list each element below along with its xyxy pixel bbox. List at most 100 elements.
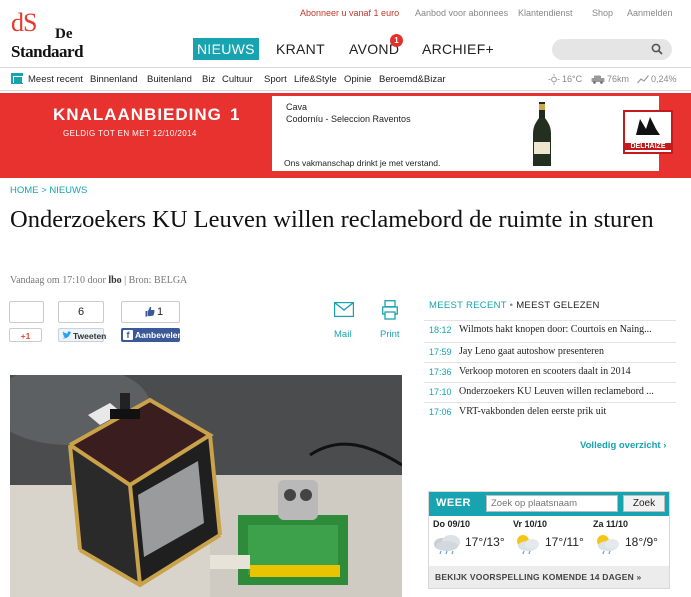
article-source: | Bron: BELGA	[121, 275, 188, 286]
gplus-button[interactable]: +1	[9, 328, 42, 342]
subscriber-offer-link[interactable]: Aanbod voor abonnees	[415, 8, 508, 18]
item-time: 17:59	[429, 347, 452, 357]
sun-icon	[548, 74, 560, 85]
ad-validity: GELDIG TOT EN MET 12/10/2014	[63, 129, 197, 138]
ad-slogan: Ons vakmanschap drinkt je met verstand.	[284, 158, 441, 168]
cubesat-photo	[10, 375, 402, 597]
sun-rain-icon	[517, 535, 539, 555]
breadcrumb[interactable]: HOME > NIEUWS	[10, 185, 87, 196]
logo-wordmark: Standaard	[11, 42, 84, 61]
site-logo[interactable]: dS De Standaard	[8, 8, 100, 61]
search-icon[interactable]	[651, 43, 663, 55]
item-headline[interactable]: Verkoop motoren en scooters daalt in 201…	[459, 366, 631, 377]
tab-meest-recent[interactable]: MEEST RECENT	[429, 300, 507, 311]
list-item[interactable]: 17:06 VRT-vakbonden delen eerste prik ui…	[424, 402, 676, 421]
like-count: 1	[157, 306, 164, 318]
item-time: 18:12	[429, 325, 452, 335]
article-date: Vandaag om 17:10 door	[10, 275, 109, 286]
list-item[interactable]: 17:10 Onderzoekers KU Leuven willen recl…	[424, 382, 676, 401]
section-meest-recent[interactable]: Meest recent	[28, 74, 83, 85]
nav-archief[interactable]: ARCHIEF+	[422, 38, 494, 60]
item-headline[interactable]: Wilmots hakt knopen door: Courtois en Na…	[459, 324, 652, 335]
section-sport[interactable]: Sport	[264, 74, 287, 85]
like-label: Aanbevelen	[135, 330, 183, 340]
section-nav: Meest recent Binnenland Buitenland Biz C…	[0, 67, 691, 91]
list-item[interactable]: 18:12 Wilmots hakt knopen door: Courtois…	[424, 320, 676, 339]
section-opinie[interactable]: Opinie	[344, 74, 371, 85]
section-beroemd-bizar[interactable]: Beroemd&Bizar	[379, 74, 446, 85]
tweet-count: 6	[58, 301, 104, 323]
list-item[interactable]: 17:36 Verkoop motoren en scooters daalt …	[424, 362, 676, 381]
nav-krant[interactable]: KRANT	[276, 38, 325, 60]
subscribe-link[interactable]: Abonneer u vanaf 1 euro	[300, 8, 399, 18]
tweet-label: Tweeten	[73, 331, 107, 341]
delhaize-logo: DELHAIZE	[623, 110, 673, 154]
customer-service-link[interactable]: Klantendienst	[518, 8, 573, 18]
section-biz[interactable]: Biz	[202, 74, 215, 85]
mail-link[interactable]: Mail	[334, 329, 351, 340]
full-overview-link[interactable]: Volledig overzicht ›	[580, 440, 666, 451]
article-meta: Vandaag om 17:10 door lbo | Bron: BELGA	[10, 275, 187, 286]
login-link[interactable]: Aanmelden	[627, 8, 673, 18]
avond-count-badge: 1	[390, 34, 403, 47]
forecast-day[interactable]: Za 11/10 18°/9°	[589, 519, 669, 563]
item-headline[interactable]: Onderzoekers KU Leuven willen reclamebor…	[459, 386, 654, 397]
market-readout[interactable]: 0,24%	[651, 74, 677, 84]
weather-widget: WEER Zoek Do 09/10 17°/13° Vr 10/10 17°/…	[428, 491, 670, 589]
lion-icon	[636, 117, 660, 135]
banner-ad[interactable]: KNALAANBIEDING 1 GELDIG TOT EN MET 12/10…	[0, 93, 691, 178]
nav-nieuws[interactable]: NIEUWS	[193, 38, 259, 60]
ad-product-card: Cava Codorníu - Seleccion Raventos Ons v…	[272, 96, 659, 171]
forecast-14-days-link[interactable]: BEKIJK VOORSPELLING KOMENDE 14 DAGEN »	[429, 566, 669, 588]
section-binnenland[interactable]: Binnenland	[90, 74, 138, 85]
day-temps: 17°/13°	[465, 535, 505, 549]
twitter-icon	[62, 331, 72, 339]
thumbs-up-icon	[145, 306, 155, 317]
item-time: 17:36	[429, 367, 452, 377]
item-time: 17:06	[429, 407, 452, 417]
day-name: Vr 10/10	[513, 519, 548, 529]
day-temps: 18°/9°	[625, 535, 658, 549]
ad-brand: Cava	[286, 102, 308, 112]
weather-title: WEER	[436, 497, 471, 509]
article-photo[interactable]	[10, 375, 402, 597]
item-headline[interactable]: Jay Leno gaat autoshow presenteren	[459, 346, 604, 357]
section-buitenland[interactable]: Buitenland	[147, 74, 192, 85]
gplus-count	[9, 301, 44, 323]
item-headline[interactable]: VRT-vakbonden delen eerste prik uit	[459, 406, 606, 417]
forecast-day[interactable]: Do 09/10 17°/13°	[429, 519, 509, 563]
ad-number: 1	[230, 105, 240, 124]
temperature-readout[interactable]: 16°C	[562, 74, 582, 84]
day-name: Za 11/10	[593, 519, 629, 529]
like-count-box: 1	[121, 301, 180, 323]
page-title: Onderzoekers KU Leuven willen reclamebor…	[10, 206, 654, 233]
home-icon[interactable]	[11, 73, 23, 84]
mail-icon[interactable]	[334, 302, 354, 317]
list-item[interactable]: 17:59 Jay Leno gaat autoshow presenteren	[424, 342, 676, 361]
stock-chart-icon	[637, 75, 649, 84]
print-link[interactable]: Print	[380, 329, 400, 340]
tweet-button[interactable]: Tweeten	[58, 328, 107, 342]
rain-cloud-icon	[434, 535, 460, 555]
facebook-like-button[interactable]: f Aanbevelen	[121, 328, 183, 342]
weather-search-button[interactable]: Zoek	[623, 495, 665, 512]
weather-location-input[interactable]	[486, 495, 618, 512]
bottle-image	[533, 102, 551, 166]
section-lifestyle[interactable]: Life&Style	[294, 74, 337, 85]
search-input[interactable]	[552, 39, 672, 60]
tab-meest-gelezen[interactable]: MEEST GELEZEN	[516, 300, 599, 311]
weather-header: WEER Zoek	[429, 492, 669, 516]
forecast-day[interactable]: Vr 10/10 17°/11°	[509, 519, 589, 563]
shop-link[interactable]: Shop	[592, 8, 613, 18]
logo-mark: dS	[11, 8, 37, 37]
ad-title: KNALAANBIEDING	[53, 105, 222, 124]
article-author[interactable]: lbo	[108, 275, 121, 286]
day-temps: 17°/11°	[545, 535, 584, 549]
facebook-icon: f	[123, 330, 133, 340]
traffic-readout[interactable]: 76km	[607, 74, 629, 84]
section-cultuur[interactable]: Cultuur	[222, 74, 253, 85]
delhaize-label: DELHAIZE	[625, 143, 671, 150]
recent-tabs: MEEST RECENT • MEEST GELEZEN	[429, 300, 600, 311]
print-icon[interactable]	[382, 300, 398, 320]
logo-de: De	[55, 26, 73, 42]
